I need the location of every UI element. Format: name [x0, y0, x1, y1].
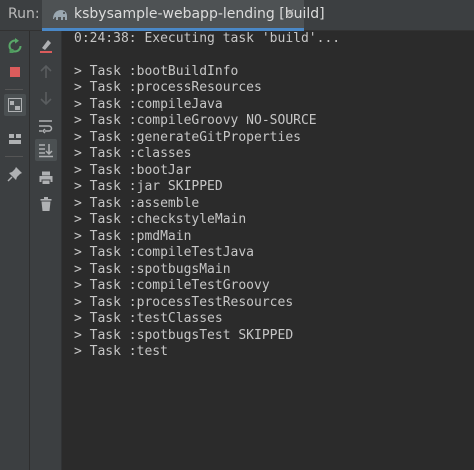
console-line: > Task :compileTestJava	[74, 245, 255, 260]
rerun-icon[interactable]	[4, 35, 26, 57]
gradle-elephant-icon	[51, 6, 69, 24]
down-arrow-icon[interactable]	[35, 87, 57, 109]
console-line: > Task :classes	[74, 146, 192, 161]
clear-all-icon[interactable]	[35, 35, 57, 57]
run-tool-window-header: Run: ksbysample-webapp-lending [build] ×	[0, 0, 474, 31]
console-line: > Task :processTestResources	[74, 295, 294, 310]
console-line: > Task :jar SKIPPED	[74, 179, 223, 194]
console-line: 0:24:38: Executing task 'build'...	[74, 31, 341, 46]
console-line: > Task :checkstyleMain	[74, 212, 247, 227]
toggle-tree-view-icon[interactable]	[4, 94, 26, 116]
console-line: > Task :spotbugsMain	[74, 262, 231, 277]
console-line: > Task :compileJava	[74, 97, 223, 112]
console-line: > Task :testClasses	[74, 311, 223, 326]
pin-icon[interactable]	[4, 163, 26, 185]
console-line: > Task :bootJar	[74, 163, 192, 178]
console-line: > Task :generateGitProperties	[74, 130, 301, 145]
trash-icon[interactable]	[35, 193, 57, 215]
console-line: > Task :pmdMain	[74, 229, 192, 244]
console-line: > Task :assemble	[74, 196, 200, 211]
print-icon[interactable]	[35, 167, 57, 189]
console-line: > Task :compileGroovy NO-SOURCE	[74, 113, 317, 128]
stop-icon[interactable]	[4, 61, 26, 83]
console-line: > Task :test	[74, 344, 168, 359]
console-line: > Task :spotbugsTest SKIPPED	[74, 328, 294, 343]
close-icon[interactable]: ×	[282, 6, 298, 22]
console-toolbar	[30, 31, 62, 470]
console-line: > Task :compileTestGroovy	[74, 278, 270, 293]
console-output[interactable]: 0:24:38: Executing task 'build'... > Tas…	[62, 31, 474, 470]
scroll-to-end-icon[interactable]	[35, 139, 57, 161]
layout-icon[interactable]	[4, 128, 26, 150]
run-toolbar-primary	[0, 31, 30, 470]
soft-wrap-icon[interactable]	[35, 115, 57, 137]
toolbar-separator	[5, 156, 23, 157]
tab-build[interactable]: ksbysample-webapp-lending [build] ×	[42, 0, 325, 31]
console-line: > Task :bootBuildInfo	[74, 64, 239, 79]
run-label: Run:	[8, 6, 40, 22]
up-arrow-icon[interactable]	[35, 61, 57, 83]
console-line: > Task :processResources	[74, 80, 262, 95]
toolbar-separator	[5, 89, 23, 90]
